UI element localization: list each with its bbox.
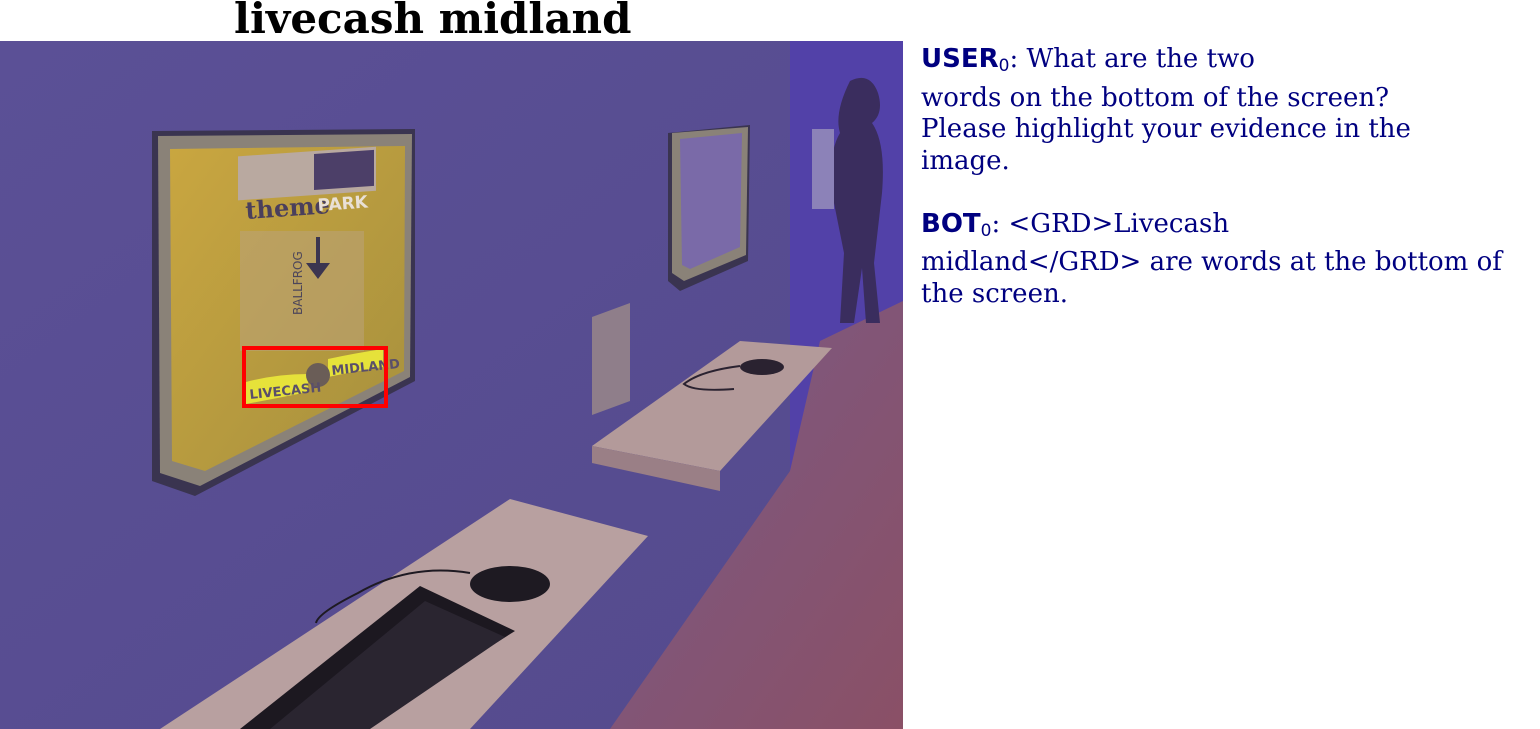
bot-speaker: BOT0 [921, 208, 992, 241]
screen-logo-right: PARK [317, 192, 369, 216]
user-line-4: image. [921, 145, 1010, 176]
user-line-1: : What are the two [1009, 44, 1255, 74]
user-speaker: USER0 [921, 44, 1010, 76]
bot-line-2: midland</GRD> are words at the bottom of [921, 247, 1502, 277]
chat-panel: USER0: What are the two words on the bot… [921, 44, 1540, 342]
mouse-upper [740, 359, 784, 375]
bot-line-3: the screen. [921, 278, 1068, 309]
wall-panel [812, 129, 834, 209]
bot-message: BOT0: <GRD>Livecash midland</GRD> are wo… [921, 209, 1540, 311]
photo: theme PARK BALLFROG LIVECASH MIDLAND [0, 41, 903, 729]
page-title: livecash midland [234, 0, 632, 43]
screen-caption: BALLFROG [291, 251, 305, 315]
photo-scene: theme PARK BALLFROG LIVECASH MIDLAND [0, 41, 903, 729]
user-line-3: Please highlight your evidence in the [921, 114, 1411, 144]
user-message: USER0: What are the two words on the bot… [921, 44, 1540, 177]
wall-plaque [592, 303, 630, 415]
bot-line-1: : <GRD>Livecash [991, 208, 1230, 239]
user-line-2: words on the bottom of the screen? [921, 82, 1390, 113]
mouse-lower [470, 566, 550, 602]
